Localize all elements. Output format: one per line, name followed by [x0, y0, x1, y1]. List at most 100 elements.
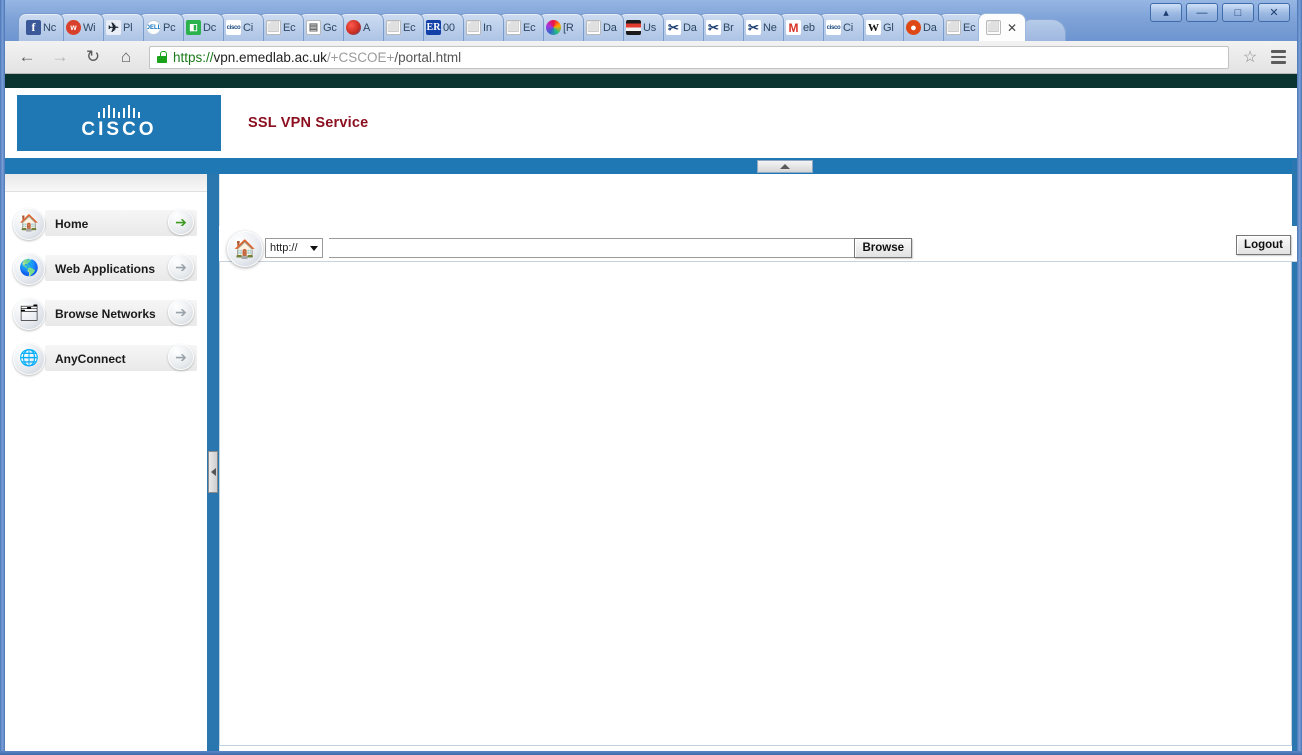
tab-list: f Nc w Wi ✈ Pl DELL Pc ◧ Dc cisco Ci ⬜ Ec ▤ Gc A ⬜ Ec ER 00 ⬜… [18, 11, 1066, 41]
collapse-up-icon[interactable] [757, 160, 813, 173]
back-button[interactable]: ← [13, 44, 41, 70]
browser-tab[interactable]: ⬜ ✕ [978, 13, 1026, 41]
arrow-right-icon: ➔ [175, 259, 187, 275]
browser-tab[interactable]: ⬜ Ec [258, 13, 304, 41]
sidebar-item-anyconnect[interactable]: 🌐 AnyConnect ➔ [5, 336, 207, 381]
plane-icon: ✈ [106, 20, 121, 35]
arrow-right-icon: ➔ [175, 304, 187, 320]
tab-close-icon[interactable]: ✕ [1007, 22, 1017, 34]
scissors-icon: ✂ [706, 20, 721, 35]
tab-label: Ec [403, 21, 416, 34]
browse-button[interactable]: Browse [854, 238, 912, 258]
url-path: /portal.html [394, 49, 462, 65]
logout-button[interactable]: Logout [1236, 235, 1291, 255]
tab-label: Br [723, 21, 734, 34]
ubuntu-icon: ● [906, 20, 921, 35]
tab-label: Pl [123, 21, 133, 34]
tab-label: Pc [163, 21, 176, 34]
address-bar[interactable]: https://vpn.emedlab.ac.uk/+CSCOE+/portal… [149, 45, 1229, 69]
protocol-value: http:// [270, 242, 298, 254]
minimize-button[interactable]: — [1186, 3, 1218, 22]
page-icon: ⬜ [946, 20, 961, 35]
browser-tab[interactable]: f Nc [18, 13, 64, 41]
sidebar-item-arrow[interactable]: ➔ [168, 344, 194, 370]
url-scheme: https:// [173, 49, 214, 65]
wordpress-icon: w [66, 20, 81, 35]
tab-label: 00 [443, 21, 455, 34]
facebook-icon: f [26, 20, 41, 35]
sidebar-item-label: Home [55, 216, 89, 231]
browser-tab[interactable]: ● Da [898, 13, 944, 41]
lock-icon [157, 51, 167, 63]
browser-tab[interactable]: DELL Pc [138, 13, 184, 41]
page-icon: ⬜ [506, 20, 521, 35]
browser-tab[interactable]: ✂ Ne [738, 13, 784, 41]
url-text: https://vpn.emedlab.ac.uk/+CSCOE+/portal… [173, 50, 461, 65]
page-viewport: CISCO SSL VPN Service 🏠 http:// Browse L… [5, 74, 1297, 751]
portal-home-icon[interactable]: 🏠 [227, 231, 263, 267]
tab-label: Da [603, 21, 617, 34]
tab-label: Gl [883, 21, 894, 34]
sidebar-splitter[interactable] [207, 174, 219, 751]
logout-wrap: Logout [1236, 235, 1291, 255]
sidebar-item-home[interactable]: 🏠 Home ➔ [5, 201, 207, 246]
er-icon: ER [426, 20, 441, 35]
browser-tab[interactable]: ✈ Pl [98, 13, 144, 41]
sidebar-item-label: Web Applications [55, 261, 156, 276]
chevron-down-icon [310, 245, 318, 251]
browser-tab[interactable]: ▤ Gc [298, 13, 344, 41]
browser-tab[interactable]: W Gl [858, 13, 904, 41]
browser-tab[interactable]: ✂ Da [658, 13, 704, 41]
tab-label: Ci [243, 21, 253, 34]
home-button[interactable]: ⌂ [112, 44, 140, 70]
portal-address-row: http:// Browse [219, 235, 1292, 261]
browser-tab[interactable]: Us [618, 13, 664, 41]
browser-tab[interactable]: A [338, 13, 384, 41]
sidebar-item-web-applications[interactable]: 🌎 Web Applications ➔ [5, 246, 207, 291]
dell-icon: DELL [146, 20, 161, 35]
form-icon: ▤ [306, 20, 321, 35]
browser-tab[interactable]: ER 00 [418, 13, 464, 41]
sidebar-item-arrow[interactable]: ➔ [168, 209, 194, 235]
browser-tab[interactable]: ⬜ Ec [498, 13, 544, 41]
anyconnect-icon: 🌐 [13, 342, 45, 375]
forward-button[interactable]: → [46, 44, 74, 70]
cisco-logo: CISCO [17, 95, 221, 151]
new-tab-button[interactable] [1024, 19, 1066, 41]
portal-address-input[interactable] [329, 238, 856, 258]
sidebar-item-label: Browse Networks [55, 306, 156, 321]
service-title: SSL VPN Service [248, 115, 369, 131]
reload-button[interactable]: ↻ [79, 44, 107, 70]
browser-tab[interactable]: cisco Ci [818, 13, 864, 41]
bookmark-star-icon[interactable]: ☆ [1238, 45, 1262, 69]
sidebar-item-browse-networks[interactable]: 🗂 Browse Networks ➔ [5, 291, 207, 336]
tab-label: Ne [763, 21, 777, 34]
network-icon: 🗂 [13, 297, 45, 330]
browser-tab[interactable]: ⬜ In [458, 13, 504, 41]
collapse-left-icon[interactable] [208, 451, 218, 493]
browser-tab[interactable]: ⬜ Da [578, 13, 624, 41]
url-dim-segment: /+CSCOE+ [326, 49, 395, 65]
account-button[interactable]: ▴ [1150, 3, 1182, 22]
sidebar-item-arrow[interactable]: ➔ [168, 254, 194, 280]
scissors-icon: ✂ [666, 20, 681, 35]
browser-tab[interactable]: ✂ Br [698, 13, 744, 41]
tab-label: Us [643, 21, 657, 34]
close-button[interactable]: ✕ [1258, 3, 1290, 22]
sidebar-item-arrow[interactable]: ➔ [168, 299, 194, 325]
maximize-button[interactable]: □ [1222, 3, 1254, 22]
browser-tab[interactable]: w Wi [58, 13, 104, 41]
page-icon: ⬜ [466, 20, 481, 35]
tab-label: Nc [43, 21, 57, 34]
browser-tab[interactable]: Meb [778, 13, 824, 41]
browser-tab[interactable]: ◧ Dc [178, 13, 224, 41]
browser-tab[interactable]: cisco Ci [218, 13, 264, 41]
protocol-select[interactable]: http:// [265, 238, 323, 258]
green-doc-icon: ◧ [186, 20, 201, 35]
window-edge-right [1297, 0, 1302, 755]
page-icon: ⬜ [986, 20, 1001, 35]
menu-icon[interactable] [1267, 45, 1289, 69]
browser-tab[interactable]: ⬜ Ec [378, 13, 424, 41]
browser-tab[interactable]: [R [538, 13, 584, 41]
tab-label: Da [923, 21, 937, 34]
